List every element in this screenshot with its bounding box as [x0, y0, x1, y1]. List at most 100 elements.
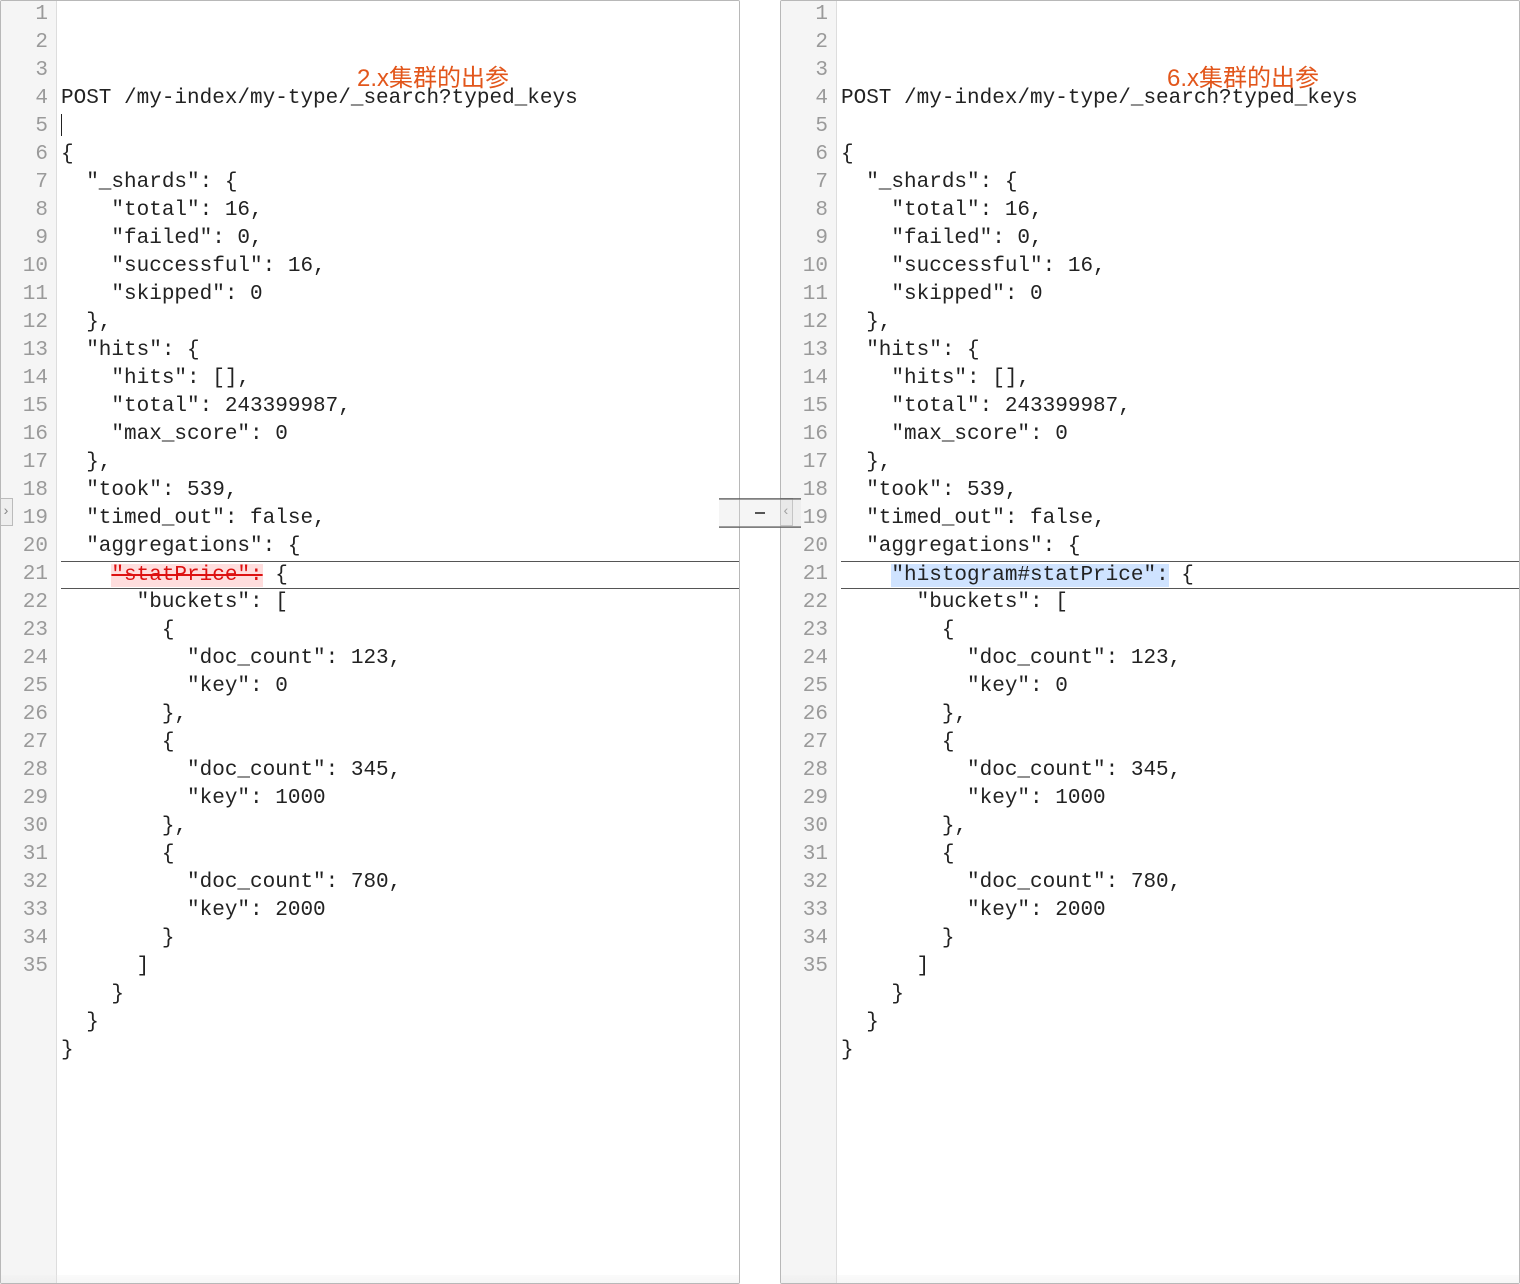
line-number: 10 [781, 253, 828, 281]
code-line[interactable]: "successful": 16, [841, 253, 1519, 281]
diff-marker-out-icon[interactable]: › [0, 498, 13, 526]
line-number: 3 [781, 57, 828, 85]
line-number: 13 [1, 337, 48, 365]
line-number: 33 [1, 897, 48, 925]
code-line[interactable]: { [61, 841, 739, 869]
code-line[interactable]: { [61, 617, 739, 645]
code-line[interactable]: } [61, 925, 739, 953]
code-line[interactable]: { [841, 141, 1519, 169]
code-line[interactable]: "took": 539, [841, 477, 1519, 505]
code-line[interactable]: "total": 243399987, [841, 393, 1519, 421]
code-line[interactable]: }, [841, 309, 1519, 337]
code-line[interactable]: { [61, 141, 739, 169]
code-line[interactable]: }, [841, 449, 1519, 477]
code-line[interactable]: "max_score": 0 [841, 421, 1519, 449]
line-number: 10 [1, 253, 48, 281]
code-line[interactable]: "hits": [], [841, 365, 1519, 393]
diff-marker-in-icon[interactable]: ‹ [780, 498, 793, 526]
line-number: 14 [781, 365, 828, 393]
code-line[interactable]: "timed_out": false, [61, 505, 739, 533]
code-line[interactable]: } [61, 981, 739, 1009]
code-line[interactable]: "doc_count": 345, [61, 757, 739, 785]
line-number: 29 [781, 785, 828, 813]
code-line[interactable]: "key": 1000 [61, 785, 739, 813]
code-line[interactable]: "total": 16, [841, 197, 1519, 225]
line-number: 12 [781, 309, 828, 337]
code-line[interactable]: "hits": [], [61, 365, 739, 393]
code-line[interactable]: "doc_count": 780, [841, 869, 1519, 897]
code-line[interactable]: "statPrice": { [61, 561, 739, 589]
code-line[interactable]: }, [841, 813, 1519, 841]
code-line[interactable]: }, [61, 309, 739, 337]
code-line[interactable]: "aggregations": { [61, 533, 739, 561]
code-line[interactable]: } [841, 981, 1519, 1009]
line-number: 1 [781, 1, 828, 29]
code-line[interactable]: POST /my-index/my-type/_search?typed_key… [61, 85, 739, 113]
code-line[interactable]: } [841, 1037, 1519, 1065]
line-number: 6 [1, 141, 48, 169]
code-line[interactable]: "doc_count": 345, [841, 757, 1519, 785]
code-line[interactable]: "histogram#statPrice": { [841, 561, 1519, 589]
code-line[interactable]: { [841, 729, 1519, 757]
line-number: 20 [1, 533, 48, 561]
right-code-area[interactable]: 1234567891011121314151617181920212223242… [781, 1, 1519, 1283]
code-line[interactable]: "key": 1000 [841, 785, 1519, 813]
right-gutter: 1234567891011121314151617181920212223242… [781, 1, 837, 1283]
code-line[interactable]: "failed": 0, [841, 225, 1519, 253]
code-line[interactable]: "timed_out": false, [841, 505, 1519, 533]
line-number: 35 [1, 953, 48, 981]
code-line[interactable]: { [841, 617, 1519, 645]
code-line[interactable]: "total": 243399987, [61, 393, 739, 421]
code-line[interactable]: "_shards": { [841, 169, 1519, 197]
code-line[interactable]: "skipped": 0 [61, 281, 739, 309]
code-line[interactable]: "key": 2000 [841, 897, 1519, 925]
code-line[interactable]: ] [841, 953, 1519, 981]
right-scrollbar[interactable] [781, 1275, 1519, 1283]
code-line[interactable]: }, [841, 701, 1519, 729]
line-number: 15 [781, 393, 828, 421]
line-number: 30 [1, 813, 48, 841]
code-line[interactable]: "key": 0 [61, 673, 739, 701]
code-line[interactable]: ] [61, 953, 739, 981]
code-line[interactable] [841, 113, 1519, 141]
code-line[interactable]: "key": 0 [841, 673, 1519, 701]
line-number: 25 [781, 673, 828, 701]
code-line[interactable]: "hits": { [61, 337, 739, 365]
code-line[interactable]: "buckets": [ [61, 589, 739, 617]
code-line[interactable]: "doc_count": 780, [61, 869, 739, 897]
code-line[interactable]: "doc_count": 123, [61, 645, 739, 673]
left-scrollbar[interactable] [1, 1275, 739, 1283]
code-line[interactable]: "_shards": { [61, 169, 739, 197]
code-line[interactable]: "aggregations": { [841, 533, 1519, 561]
code-line[interactable]: "total": 16, [61, 197, 739, 225]
line-number: 11 [1, 281, 48, 309]
code-line[interactable]: "hits": { [841, 337, 1519, 365]
line-number: 22 [781, 589, 828, 617]
code-line[interactable]: "max_score": 0 [61, 421, 739, 449]
line-number: 31 [781, 841, 828, 869]
code-line[interactable]: "skipped": 0 [841, 281, 1519, 309]
code-line[interactable]: { [841, 841, 1519, 869]
code-line[interactable]: { [61, 729, 739, 757]
code-line[interactable]: } [841, 1009, 1519, 1037]
code-line[interactable]: "doc_count": 123, [841, 645, 1519, 673]
code-line[interactable]: }, [61, 701, 739, 729]
left-code[interactable]: POST /my-index/my-type/_search?typed_key… [57, 1, 739, 1283]
code-line[interactable]: POST /my-index/my-type/_search?typed_key… [841, 85, 1519, 113]
code-line[interactable]: "took": 539, [61, 477, 739, 505]
code-line[interactable]: "key": 2000 [61, 897, 739, 925]
code-line[interactable] [61, 113, 739, 141]
code-line[interactable]: } [841, 925, 1519, 953]
left-code-area[interactable]: 1234567891011121314151617181920212223242… [1, 1, 739, 1283]
code-line[interactable]: } [61, 1037, 739, 1065]
line-number: 23 [781, 617, 828, 645]
code-line[interactable]: }, [61, 813, 739, 841]
code-line[interactable]: "buckets": [ [841, 589, 1519, 617]
code-line[interactable]: "successful": 16, [61, 253, 739, 281]
code-line[interactable]: }, [61, 449, 739, 477]
line-number: 7 [781, 169, 828, 197]
code-line[interactable]: } [61, 1009, 739, 1037]
code-line[interactable]: "failed": 0, [61, 225, 739, 253]
right-code[interactable]: POST /my-index/my-type/_search?typed_key… [837, 1, 1519, 1283]
line-number: 9 [1, 225, 48, 253]
